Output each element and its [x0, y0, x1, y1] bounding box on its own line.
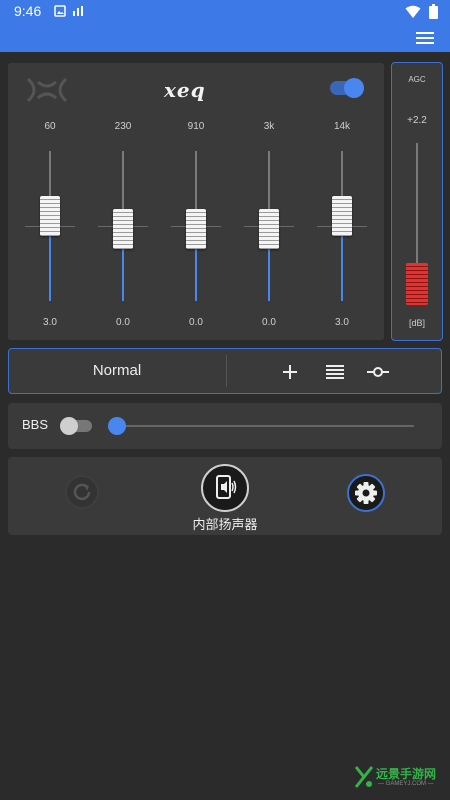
- band-gain: 3.0: [43, 317, 57, 328]
- band-frequency: 14k: [333, 121, 351, 132]
- band-frequency: 60: [44, 121, 56, 132]
- bbs-level-slider[interactable]: [108, 415, 414, 437]
- toggle-knob: [60, 417, 78, 435]
- band-gain: 0.0: [116, 317, 130, 328]
- band-fader[interactable]: [186, 209, 206, 249]
- gear-icon: [355, 482, 377, 504]
- refresh-icon: [73, 483, 91, 501]
- band-fader[interactable]: [332, 196, 352, 236]
- menu-icon: [416, 32, 434, 44]
- output-device-button[interactable]: [201, 464, 249, 512]
- band-gain: 0.0: [262, 317, 276, 328]
- agc-unit: [dB]: [408, 318, 425, 328]
- preset-list-button[interactable]: [322, 359, 348, 385]
- watermark-subtitle: — GAMEYJ.COM —: [378, 781, 434, 787]
- preset-name[interactable]: Normal: [9, 349, 225, 395]
- list-icon: [326, 365, 344, 379]
- eq-band-3k: 3k 0.0: [244, 121, 294, 341]
- band-gain: 3.0: [335, 317, 349, 328]
- watermark-logo-icon: [354, 766, 374, 788]
- eq-band-60: 60 3.0: [25, 121, 75, 341]
- band-frequency: 230: [114, 121, 132, 132]
- band-fader[interactable]: [259, 209, 279, 249]
- wifi-icon: [405, 5, 421, 18]
- agc-panel: AGC +2.2 [dB]: [391, 62, 443, 341]
- settings-button[interactable]: [347, 474, 385, 512]
- slider-thumb[interactable]: [108, 417, 126, 435]
- signal-bars-icon: [73, 6, 83, 16]
- status-bar: 9:46: [0, 0, 450, 24]
- eq-band-14k: 14k 3.0: [317, 121, 367, 341]
- reset-button[interactable]: [65, 475, 99, 509]
- battery-icon: [429, 4, 438, 19]
- eq-power-toggle[interactable]: [330, 78, 364, 98]
- bbs-toggle[interactable]: [60, 417, 92, 435]
- agc-label: AGC: [408, 75, 426, 84]
- plus-icon: [283, 365, 297, 379]
- status-time: 9:46: [14, 3, 42, 19]
- app-bar: [0, 24, 450, 52]
- bbs-label: BBS: [22, 417, 49, 432]
- equalizer-panel: xeq 60 3.0 230 0.0 910 0.0 3k 0.0 14k 3.…: [8, 63, 384, 340]
- eq-band-910: 910 0.0: [171, 121, 221, 341]
- toggle-knob: [344, 78, 364, 98]
- agc-fader[interactable]: [406, 263, 428, 305]
- node-icon: [367, 367, 389, 377]
- band-gain: 0.0: [189, 317, 203, 328]
- watermark-title: 远景手游网: [376, 767, 437, 781]
- agc-value: +2.2: [407, 115, 427, 126]
- add-preset-button[interactable]: [277, 359, 303, 385]
- app-logo: xeq: [164, 78, 206, 102]
- output-device-label: 内部扬声器: [192, 518, 258, 533]
- band-fader[interactable]: [113, 209, 133, 249]
- link-bands-button[interactable]: [26, 77, 68, 107]
- eq-band-230: 230 0.0: [98, 121, 148, 341]
- band-fader[interactable]: [40, 196, 60, 236]
- output-panel: 内部扬声器: [8, 457, 442, 535]
- divider: [226, 355, 227, 387]
- preset-bar: Normal: [8, 348, 442, 394]
- band-frequency: 3k: [263, 121, 275, 132]
- preset-node-button[interactable]: [365, 359, 391, 385]
- phone-speaker-icon: [216, 475, 237, 499]
- watermark: 远景手游网 — GAMEYJ.COM —: [354, 763, 450, 795]
- slider-track: [118, 425, 414, 427]
- band-frequency: 910: [187, 121, 205, 132]
- gallery-icon: [54, 5, 66, 17]
- bbs-bar: BBS: [8, 403, 442, 449]
- link-icon: [26, 77, 68, 103]
- menu-button[interactable]: [414, 30, 436, 46]
